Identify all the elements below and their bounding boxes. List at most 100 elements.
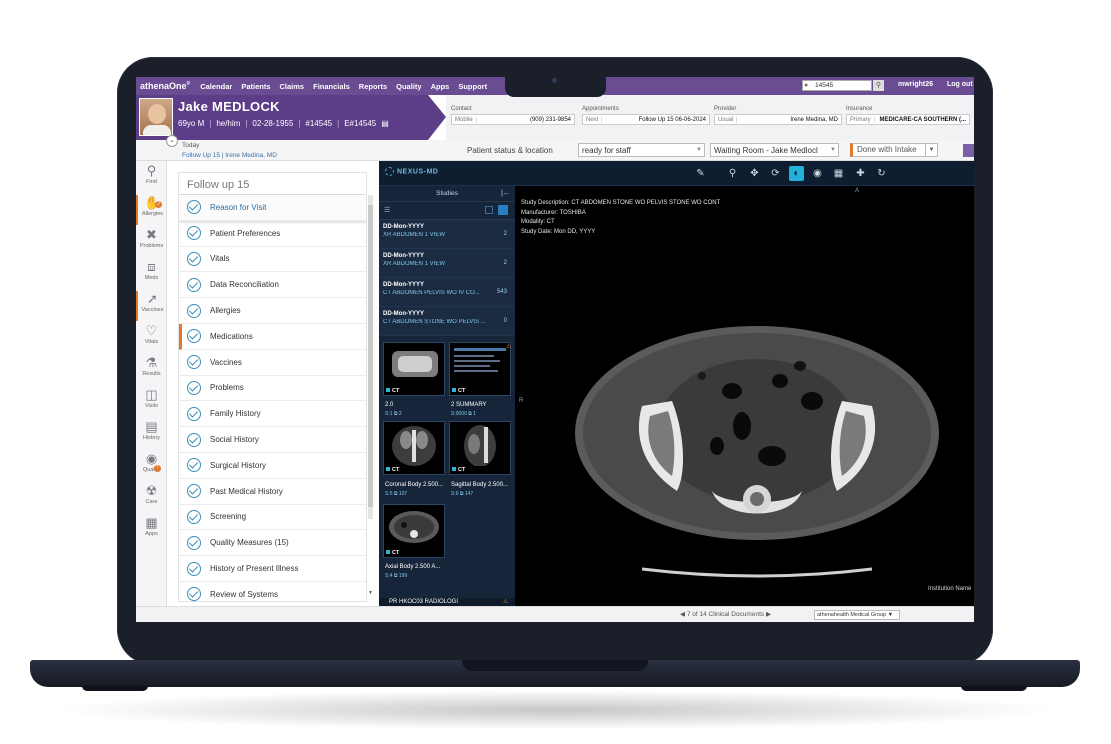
checklist-item-vitals[interactable]: Vitals	[179, 247, 366, 273]
grid-view-icon[interactable]	[498, 205, 508, 215]
series-thumbnail[interactable]: CT	[449, 342, 511, 396]
crosshair-icon[interactable]: ✚	[853, 166, 868, 181]
checklist-item-allergies[interactable]: Allergies	[179, 298, 366, 324]
department-select[interactable]: athenahealth Medical Group ▼	[814, 610, 900, 620]
study-row[interactable]: DD-Mon-YYYY CT ABDOMEN STONE WO PELVIS ..…	[379, 307, 515, 336]
study-description: Study Description: CT ABDOMEN STONE WO P…	[521, 200, 721, 206]
user-menu[interactable]: mwright26	[898, 81, 933, 88]
checklist-item-review-of-systems[interactable]: Review of Systems	[179, 582, 366, 601]
checklist-item-screening[interactable]: Screening	[179, 505, 366, 531]
filter-icon[interactable]: ☰	[384, 206, 390, 214]
rail-find[interactable]: ⚲ Find	[136, 163, 167, 193]
checklist-item-medications[interactable]: Medications	[179, 323, 366, 350]
zoom-icon[interactable]: ⚲	[725, 166, 740, 181]
scroll-down-arrow-icon[interactable]: ▼	[368, 590, 373, 596]
location-select[interactable]: Waiting Room - Jake Medlocl ▼	[710, 143, 839, 157]
viewer-toolbar: NEXUS-MD ✎ ⚲ ✥ ⟳ ◐ ◉ ▦ ✚ ↻	[379, 161, 974, 186]
chevron-down-icon[interactable]: ▼	[925, 144, 937, 156]
nav-calendar[interactable]: Calendar	[200, 82, 232, 91]
document-icon[interactable]: ▤	[381, 119, 389, 128]
rail-problems[interactable]: ✖ Problems	[136, 227, 167, 257]
checklist-title: Follow up 15	[179, 173, 366, 195]
rail-meds[interactable]: ⧈ Meds	[136, 259, 167, 289]
patient-id: #14545	[305, 119, 333, 128]
rail-quality[interactable]: ◉ Quality!	[136, 451, 167, 481]
checklist-item-family-history[interactable]: Family History	[179, 401, 366, 428]
contrast-icon[interactable]: ◐	[789, 166, 804, 181]
reset-icon[interactable]: ↻	[874, 166, 889, 181]
rail-history[interactable]: ▤ History	[136, 419, 167, 449]
checklist-item-surgical-history[interactable]: Surgical History	[179, 453, 366, 479]
check-circle-icon	[187, 458, 201, 473]
series-thumbnail[interactable]: CT	[383, 421, 445, 475]
rail-vitals[interactable]: ♡ Vitals	[136, 323, 167, 353]
laptop-foot-left	[82, 686, 148, 691]
appointments-field[interactable]: Appointments Next Follow Up 15 06-06-2024	[582, 106, 710, 125]
checklist-item-patient-preferences[interactable]: Patient Preferences	[179, 221, 366, 247]
patient-eid: E#14545	[344, 119, 377, 128]
rail-results[interactable]: ⚗ Results	[136, 355, 167, 385]
contact-field: Contact Mobile (909) 231-9854	[451, 106, 575, 125]
check-circle-icon	[187, 561, 201, 576]
layout-icon[interactable]: ▦	[831, 166, 846, 181]
patient-name[interactable]: Jake MEDLOCK	[178, 99, 280, 114]
bandage-icon: ✖	[146, 227, 157, 242]
study-row[interactable]: DD-Mon-YYYY XR ABDOMEN 1 VIEW 2	[379, 220, 515, 249]
clipboard-icon: ▤	[145, 419, 158, 434]
document-pager[interactable]: ◀ 7 of 14 Clinical Documents ▶	[680, 610, 771, 618]
nav-apps[interactable]: Apps	[431, 82, 450, 91]
list-view-icon[interactable]	[485, 206, 493, 214]
patient-age-sex: 69yo M	[178, 119, 205, 128]
rail-vaccines[interactable]: ➚ Vaccines	[136, 291, 167, 321]
patient-search-input[interactable]: ● 14545	[802, 80, 872, 91]
image-viewport[interactable]: A R Study Description: CT ABDOMEN STONE …	[517, 186, 974, 606]
checklist-item-social-history[interactable]: Social History	[179, 427, 366, 453]
series-label: Axial Body 2.500 A...	[385, 564, 441, 570]
checklist-item-hpi[interactable]: History of Present Illness	[179, 556, 366, 582]
collapse-panel-icon[interactable]: |←	[501, 186, 510, 202]
rotate-icon[interactable]: ⟳	[768, 166, 783, 181]
study-row[interactable]: DD-Mon-YYYY XR ABDOMEN 1 VIEW 2	[379, 249, 515, 278]
avatar[interactable]	[139, 98, 173, 136]
medical-bag-icon: ◫	[145, 387, 158, 402]
checklist-item-data-reconciliation[interactable]: Data Reconciliation	[179, 272, 366, 299]
camera-icon[interactable]: ◉	[810, 166, 825, 181]
insurance-field[interactable]: Insurance Primary MEDICARE-CA SOUTHERN (.…	[846, 106, 970, 125]
warning-icon: ⚠	[503, 599, 509, 605]
bottom-bar: ◀ 7 of 14 Clinical Documents ▶ athenahea…	[136, 606, 974, 622]
logout-link[interactable]: Log out	[947, 81, 973, 88]
chevron-down-icon[interactable]: ⌄	[166, 135, 178, 147]
done-with-intake-button[interactable]: Done with Intake ▼	[850, 143, 938, 157]
search-button[interactable]: ⚲	[873, 80, 884, 91]
nav-reports[interactable]: Reports	[359, 82, 387, 91]
nav-patients[interactable]: Patients	[241, 82, 270, 91]
pan-icon[interactable]: ✥	[747, 166, 762, 181]
status-select[interactable]: ready for staff ▼	[578, 143, 705, 157]
nav-claims[interactable]: Claims	[280, 82, 305, 91]
side-menu-toggle[interactable]	[963, 144, 974, 157]
series-thumbnail[interactable]: CT	[449, 421, 511, 475]
nav-support[interactable]: Support	[458, 82, 487, 91]
provider-field[interactable]: Provider Usual Irene Medina, MD	[714, 106, 842, 125]
sagittal-ct-thumbnail	[464, 425, 496, 467]
rail-apps[interactable]: ▦ Apps	[136, 515, 167, 545]
series-thumbnail[interactable]: CT	[383, 342, 445, 396]
rail-allergies[interactable]: ✋ Allergies 2	[136, 195, 167, 225]
pencil-icon[interactable]: ✎	[693, 166, 708, 181]
nav-financials[interactable]: Financials	[313, 82, 350, 91]
award-icon: ◉	[145, 451, 158, 466]
checklist-item-reason-for-visit[interactable]: Reason for Visit	[179, 195, 366, 221]
rail-care[interactable]: ☢ Care	[136, 483, 167, 513]
checklist-item-problems[interactable]: Problems	[179, 376, 366, 402]
study-row[interactable]: DD-Mon-YYYY CT ABDOMEN PELVIS WO IV CO...…	[379, 278, 515, 307]
checklist-item-vaccines[interactable]: Vaccines	[179, 350, 366, 376]
rail-visits[interactable]: ◫ Visits	[136, 387, 167, 417]
check-circle-icon	[187, 432, 201, 447]
brand-logo[interactable]: athenaOne®	[140, 81, 190, 91]
nav-quality[interactable]: Quality	[396, 82, 421, 91]
checklist-scrollbar[interactable]	[368, 195, 373, 519]
checklist-item-quality-measures[interactable]: Quality Measures (15)	[179, 530, 366, 557]
encounter-link[interactable]: Follow Up 15 | Irene Medina, MD	[182, 152, 277, 159]
series-thumbnail[interactable]: CT	[383, 504, 445, 558]
checklist-item-past-medical-history[interactable]: Past Medical History	[179, 479, 366, 505]
